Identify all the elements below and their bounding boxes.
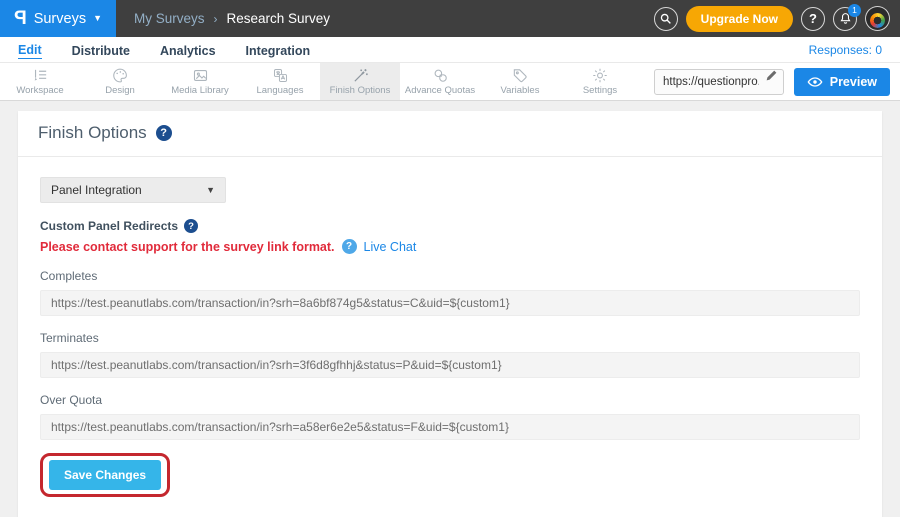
advance-quotas-icon [431,67,450,84]
panel-body: Panel Integration ▼ Custom Panel Redirec… [18,157,882,517]
toolbar-item-media-library[interactable]: Media Library [160,63,240,100]
toolbar-item-label: Advance Quotas [405,85,475,96]
over-quota-input[interactable] [40,414,860,440]
save-button-annotation: Save Changes [40,453,170,497]
edit-toolbar: Workspace Design Media Library Languages… [0,63,900,101]
top-header: P Surveys ▼ My Surveys › Research Survey… [0,0,900,37]
preview-button[interactable]: Preview [794,68,890,96]
product-switcher[interactable]: P Surveys ▼ [0,0,116,37]
completes-label: Completes [40,269,860,283]
toolbar-item-finish-options[interactable]: Finish Options [320,63,400,100]
help-button[interactable]: ? [801,7,825,31]
questionpro-logo-icon: P [14,8,27,30]
preview-label: Preview [830,75,877,89]
tab-distribute[interactable]: Distribute [72,41,130,59]
languages-icon [271,67,290,84]
toolbar-item-label: Languages [256,85,303,96]
page-title: Finish Options [38,123,147,143]
finish-options-icon [351,67,370,84]
chevron-down-icon: ▼ [93,14,102,23]
breadcrumb-separator-icon: › [214,12,218,26]
tab-integration[interactable]: Integration [246,41,311,59]
settings-icon [591,67,609,84]
chevron-down-icon: ▼ [206,186,215,195]
product-name: Surveys [34,11,86,27]
breadcrumb: My Surveys › Research Survey [134,0,330,37]
live-chat-help-icon[interactable]: ? [342,239,357,254]
finish-options-panel: Finish Options ? Panel Integration ▼ Cus… [18,111,882,517]
variables-icon [511,67,529,84]
notification-badge: 1 [848,4,861,17]
notifications-button[interactable]: 1 [833,7,857,31]
finish-option-type-dropdown[interactable]: Panel Integration ▼ [40,177,226,203]
over-quota-label: Over Quota [40,393,860,407]
support-note-text: Please contact support for the survey li… [40,240,335,254]
toolbar-item-languages[interactable]: Languages [240,63,320,100]
toolbar-item-label: Finish Options [330,85,391,96]
custom-panel-redirects-help-icon[interactable]: ? [184,219,198,233]
finish-options-help-icon[interactable]: ? [156,125,172,141]
survey-nav: Edit Distribute Analytics Integration Re… [0,37,900,63]
toolbar-item-label: Settings [583,85,617,96]
edit-url-icon[interactable] [765,69,778,82]
toolbar-item-advance-quotas[interactable]: Advance Quotas [400,63,480,100]
terminates-label: Terminates [40,331,860,345]
survey-url-container [654,63,784,100]
user-avatar[interactable] [865,6,890,31]
dropdown-selected-value: Panel Integration [51,183,142,197]
support-note-row: Please contact support for the survey li… [40,239,860,254]
breadcrumb-current-survey: Research Survey [227,11,331,26]
header-actions: Upgrade Now ? 1 [654,0,900,37]
toolbar-item-label: Design [105,85,135,96]
toolbar-item-variables[interactable]: Variables [480,63,560,100]
workspace-icon [31,67,50,84]
save-changes-button[interactable]: Save Changes [49,460,161,490]
toolbar-item-settings[interactable]: Settings [560,63,640,100]
toolbar-item-label: Workspace [16,85,63,96]
panel-header: Finish Options ? [18,111,882,157]
responses-count[interactable]: Responses: 0 [809,43,882,57]
breadcrumb-my-surveys[interactable]: My Surveys [134,11,205,26]
custom-panel-redirects-section: Custom Panel Redirects ? [40,219,860,233]
search-icon [659,12,672,25]
toolbar-item-label: Variables [501,85,540,96]
upgrade-now-button[interactable]: Upgrade Now [686,6,793,32]
toolbar-item-workspace[interactable]: Workspace [0,63,80,100]
completes-input[interactable] [40,290,860,316]
tab-edit[interactable]: Edit [18,40,42,59]
section-title: Custom Panel Redirects [40,219,178,233]
design-icon [111,67,129,84]
live-chat-link[interactable]: Live Chat [364,240,417,254]
media-library-icon [191,67,210,84]
toolbar-item-design[interactable]: Design [80,63,160,100]
search-button[interactable] [654,7,678,31]
toolbar-item-label: Media Library [171,85,229,96]
eye-icon [807,76,823,88]
tab-analytics[interactable]: Analytics [160,41,216,59]
terminates-input[interactable] [40,352,860,378]
